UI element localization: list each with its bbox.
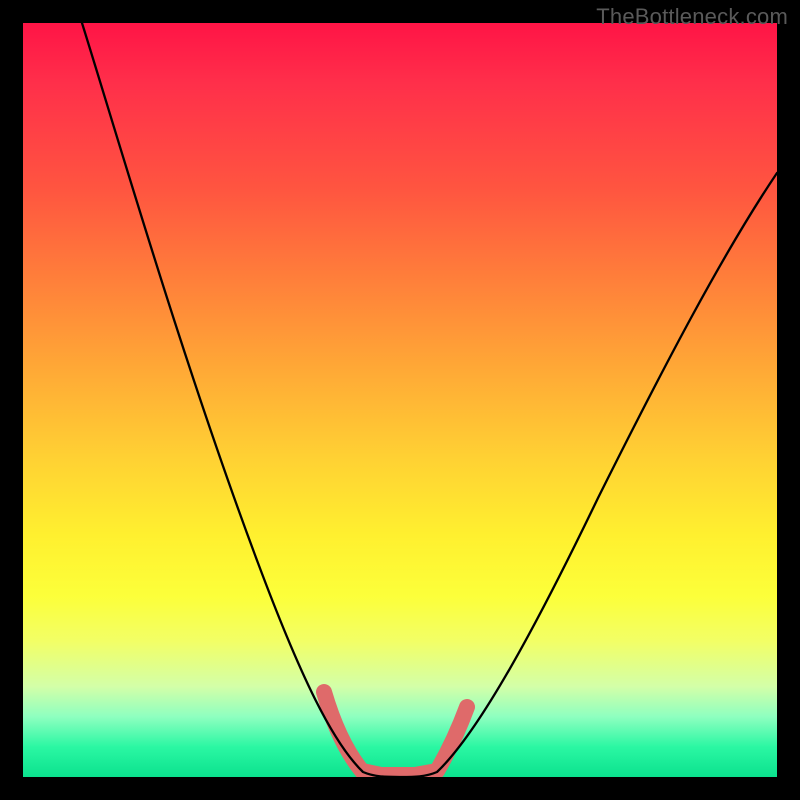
watermark-text: TheBottleneck.com bbox=[596, 4, 788, 30]
plot-area bbox=[23, 23, 777, 777]
bottleneck-curve bbox=[82, 23, 777, 777]
chart-svg bbox=[23, 23, 777, 777]
chart-frame: TheBottleneck.com bbox=[0, 0, 800, 800]
